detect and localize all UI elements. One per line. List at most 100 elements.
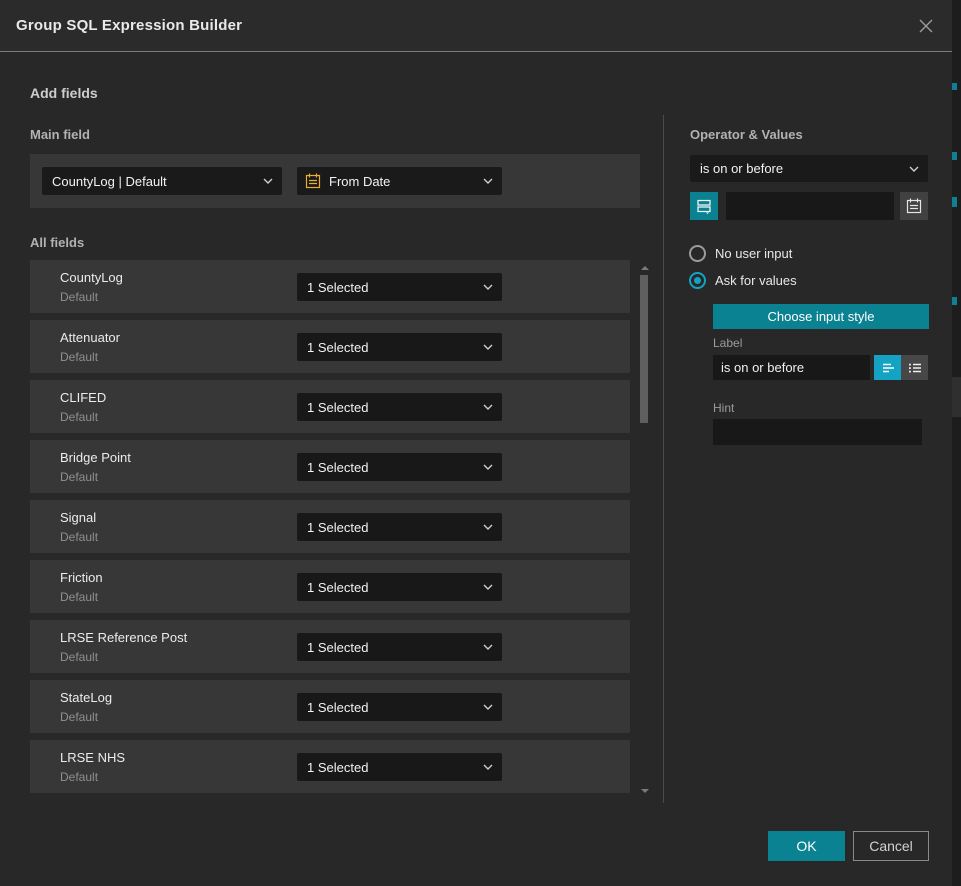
main-field-source-dropdown[interactable]: CountyLog | Default — [42, 167, 282, 195]
field-selection-value: 1 Selected — [297, 340, 483, 355]
dialog-titlebar: Group SQL Expression Builder — [0, 0, 952, 52]
operator-dropdown[interactable]: is on or before — [690, 155, 928, 182]
value-input[interactable] — [726, 192, 894, 220]
field-row: Signal Default 1 Selected — [30, 500, 630, 553]
field-selection-value: 1 Selected — [297, 520, 483, 535]
main-field-field-dropdown[interactable]: From Date — [297, 167, 502, 195]
chevron-down-icon — [483, 178, 493, 184]
field-selection-value: 1 Selected — [297, 460, 483, 475]
main-field-source-value: CountyLog | Default — [42, 174, 263, 189]
field-selection-dropdown[interactable]: 1 Selected — [297, 393, 502, 421]
operator-values-heading: Operator & Values — [690, 127, 803, 142]
chevron-down-icon — [483, 344, 493, 350]
all-fields-heading: All fields — [30, 235, 84, 250]
field-selection-dropdown[interactable]: 1 Selected — [297, 693, 502, 721]
field-selection-dropdown[interactable]: 1 Selected — [297, 633, 502, 661]
field-subtitle: Default — [60, 470, 98, 484]
field-subtitle: Default — [60, 290, 98, 304]
field-name: Bridge Point — [60, 450, 131, 465]
single-line-style-button[interactable] — [874, 355, 901, 380]
label-input[interactable] — [713, 355, 870, 380]
field-name: LRSE Reference Post — [60, 630, 187, 645]
field-values-icon — [695, 197, 713, 215]
calendar-icon — [906, 198, 922, 214]
choose-input-style-button[interactable]: Choose input style — [713, 304, 929, 329]
chevron-down-icon — [483, 764, 493, 770]
field-selection-value: 1 Selected — [297, 760, 483, 775]
field-row: Attenuator Default 1 Selected — [30, 320, 630, 373]
calendar-icon — [305, 173, 321, 189]
field-name: Signal — [60, 510, 96, 525]
all-fields-scrollbar — [639, 260, 650, 793]
date-picker-button[interactable] — [900, 192, 928, 220]
chevron-down-icon — [483, 464, 493, 470]
align-left-icon — [880, 360, 896, 376]
field-subtitle: Default — [60, 710, 98, 724]
field-selection-dropdown[interactable]: 1 Selected — [297, 513, 502, 541]
cancel-button[interactable]: Cancel — [853, 831, 929, 861]
field-selection-value: 1 Selected — [297, 280, 483, 295]
chevron-down-icon — [483, 284, 493, 290]
field-subtitle: Default — [60, 410, 98, 424]
field-selection-dropdown[interactable]: 1 Selected — [297, 573, 502, 601]
main-field-heading: Main field — [30, 127, 90, 142]
field-subtitle: Default — [60, 590, 98, 604]
add-fields-heading: Add fields — [30, 85, 98, 101]
chevron-down-icon — [483, 404, 493, 410]
chevron-down-icon — [263, 178, 273, 184]
radio-no-user-input-label: No user input — [715, 246, 792, 261]
field-name: Attenuator — [60, 330, 120, 345]
field-subtitle: Default — [60, 530, 98, 544]
field-row: CLIFED Default 1 Selected — [30, 380, 630, 433]
field-subtitle: Default — [60, 350, 98, 364]
field-name: StateLog — [60, 690, 112, 705]
field-subtitle: Default — [60, 650, 98, 664]
dialog-title: Group SQL Expression Builder — [16, 0, 242, 52]
background-app-strip — [952, 0, 961, 886]
value-type-button[interactable] — [690, 192, 718, 220]
list-style-button[interactable] — [901, 355, 928, 380]
radio-checked-icon — [689, 272, 706, 289]
field-selection-dropdown[interactable]: 1 Selected — [297, 333, 502, 361]
hint-input[interactable] — [713, 419, 922, 445]
all-fields-list: CountyLog Default 1 Selected Attenuator Defa… — [30, 260, 630, 800]
field-name: CLIFED — [60, 390, 106, 405]
hint-caption: Hint — [713, 401, 734, 415]
bulleted-list-icon — [907, 360, 923, 376]
field-name: Friction — [60, 570, 103, 585]
scrollbar-thumb[interactable] — [640, 275, 648, 423]
vertical-divider — [663, 115, 664, 803]
field-selection-value: 1 Selected — [297, 640, 483, 655]
chevron-down-icon — [909, 166, 919, 172]
chevron-down-icon — [483, 644, 493, 650]
chevron-down-icon — [483, 584, 493, 590]
radio-ask-for-values[interactable]: Ask for values — [689, 272, 797, 289]
scroll-down-icon[interactable] — [641, 789, 649, 793]
radio-ask-for-values-label: Ask for values — [715, 273, 797, 288]
field-name: CountyLog — [60, 270, 123, 285]
field-row: Friction Default 1 Selected — [30, 560, 630, 613]
field-row: Bridge Point Default 1 Selected — [30, 440, 630, 493]
main-field-field-value: From Date — [329, 174, 483, 189]
field-selection-dropdown[interactable]: 1 Selected — [297, 273, 502, 301]
field-name: LRSE NHS — [60, 750, 125, 765]
field-row: LRSE NHS Default 1 Selected — [30, 740, 630, 793]
label-caption: Label — [713, 336, 742, 350]
field-subtitle: Default — [60, 770, 98, 784]
radio-unchecked-icon — [689, 245, 706, 262]
field-row: StateLog Default 1 Selected — [30, 680, 630, 733]
chevron-down-icon — [483, 524, 493, 530]
close-icon[interactable] — [914, 14, 938, 38]
field-selection-dropdown[interactable]: 1 Selected — [297, 753, 502, 781]
chevron-down-icon — [483, 704, 493, 710]
radio-no-user-input[interactable]: No user input — [689, 245, 792, 262]
group-sql-expression-builder-dialog: Group SQL Expression Builder Add fields … — [0, 0, 961, 886]
operator-value: is on or before — [690, 161, 909, 176]
main-field-panel: CountyLog | Default From Date — [30, 154, 640, 208]
scroll-up-icon[interactable] — [641, 266, 649, 270]
field-row: CountyLog Default 1 Selected — [30, 260, 630, 313]
field-selection-value: 1 Selected — [297, 400, 483, 415]
field-selection-value: 1 Selected — [297, 580, 483, 595]
field-selection-dropdown[interactable]: 1 Selected — [297, 453, 502, 481]
ok-button[interactable]: OK — [768, 831, 845, 861]
